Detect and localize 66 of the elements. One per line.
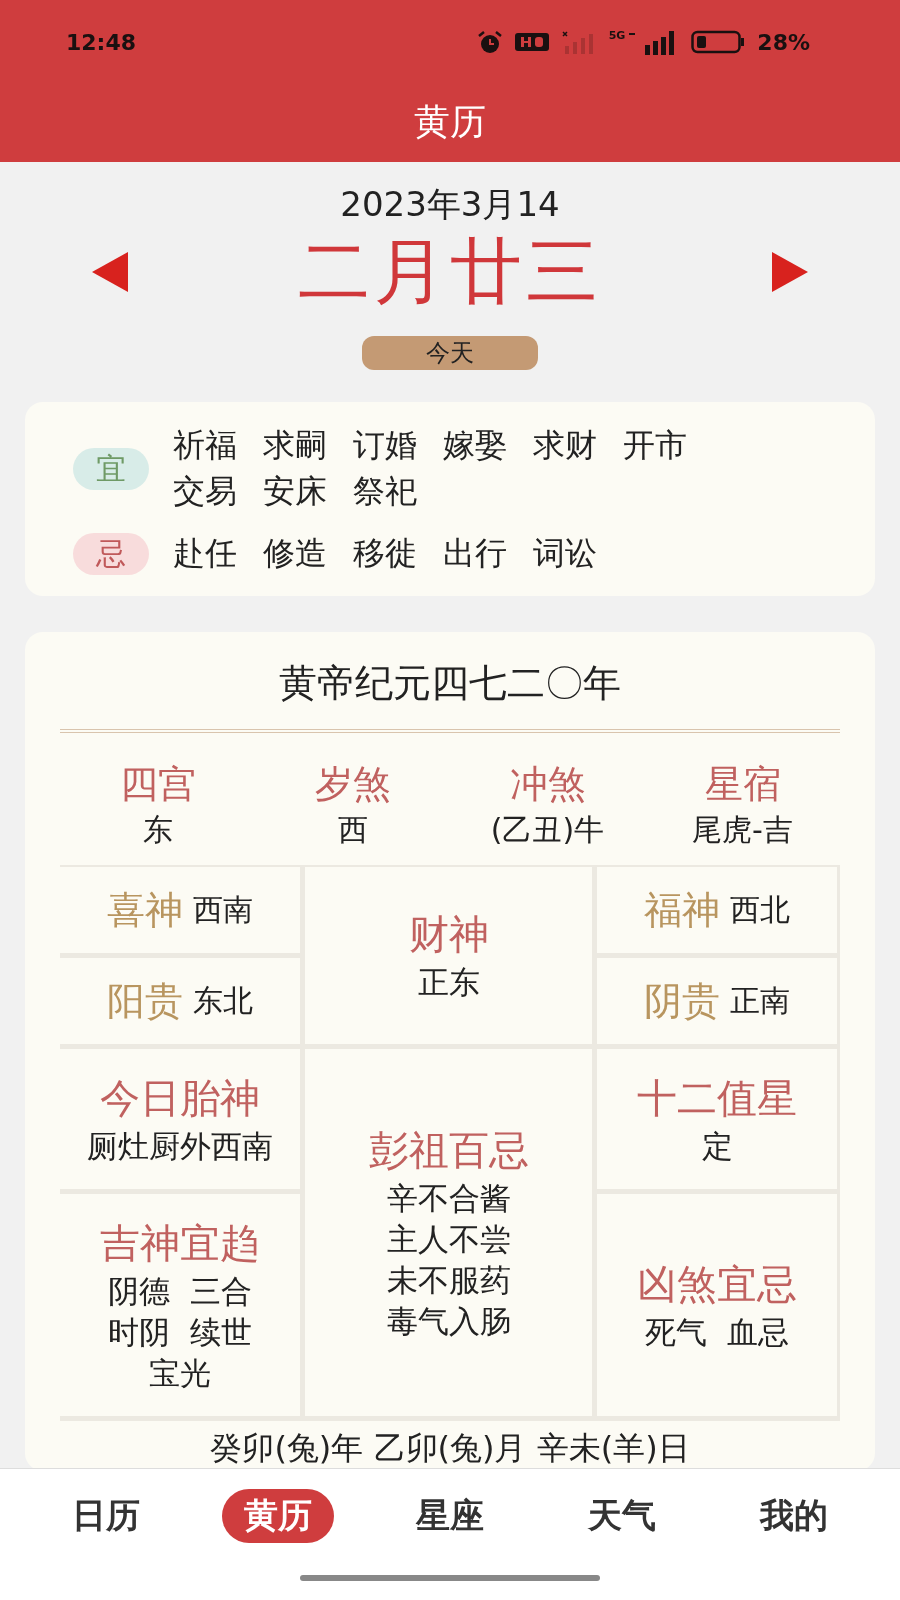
activity-text: 祈福 (173, 425, 237, 466)
status-time: 12:48 (66, 29, 137, 55)
cell-title: 阴贵 (644, 977, 720, 1025)
battery-percentage: 28% (757, 29, 810, 55)
cell-value: 西南 (193, 891, 253, 930)
activity-text: 订婚 (353, 425, 417, 466)
direction-value: (乙丑)牛 (490, 811, 605, 849)
cell-title: 凶煞宜忌 (637, 1259, 797, 1309)
cell-value: 死气 血忌 (645, 1312, 789, 1352)
activity-text: 移徙 (353, 533, 417, 574)
activity-text: 交易 (173, 471, 237, 512)
lunar-date: 二月廿三 (298, 228, 602, 315)
ganzhi-date: 癸卯(兔)年 乙卯(兔)月 辛未(羊)日 (209, 1428, 691, 1468)
cell-value: 时阴 续世 (108, 1312, 252, 1352)
avoid-tag: 忌 (73, 533, 149, 575)
direction-title: 星宿 (704, 761, 781, 808)
cell-title: 财神 (408, 910, 489, 960)
cell-title: 十二值星 (637, 1073, 797, 1123)
network-type: 5G (608, 29, 626, 42)
direction-value: 东 (142, 811, 173, 849)
activity-text: 祭祀 (353, 471, 417, 512)
cell-title: 喜神 (107, 886, 183, 934)
nav-tab[interactable]: 黄历 (222, 1489, 334, 1543)
activity-text: 求财 (533, 425, 597, 466)
cell-title: 吉神宜趋 (100, 1218, 260, 1268)
cell-title: 阳贵 (107, 977, 183, 1025)
activity-text: 出行 (443, 533, 507, 574)
cell-value: 定 (701, 1126, 733, 1166)
direction-value: 尾虎-吉 (692, 811, 793, 849)
cell-value: 正东 (417, 963, 480, 1003)
activity-text: 嫁娶 (443, 425, 507, 466)
nav-tab[interactable]: 天气 (566, 1489, 678, 1543)
activity-text: 求嗣 (263, 425, 327, 466)
direction-title: 四宫 (119, 761, 196, 808)
cell-value: 西北 (730, 891, 790, 930)
cell-value: 毒气入肠 (386, 1302, 511, 1342)
page-title: 黄历 (413, 100, 486, 144)
suitable-tag: 宜 (73, 448, 149, 490)
today-button[interactable]: 今天 (362, 336, 538, 370)
activity-text: 词讼 (533, 533, 597, 574)
cell-value: 东北 (193, 982, 253, 1021)
cell-value: 未不服药 (386, 1261, 511, 1300)
hd-icon (514, 32, 549, 52)
activity-text: 赴任 (173, 533, 237, 574)
cell-value: 正南 (730, 982, 790, 1021)
cell-title: 今日胎神 (100, 1073, 260, 1123)
nav-tab[interactable]: 日历 (50, 1489, 162, 1543)
activity-text: 开市 (623, 425, 687, 466)
battery-icon (691, 30, 746, 54)
direction-title: 岁煞 (314, 761, 391, 808)
activity-text: 安床 (263, 471, 327, 512)
nav-tab[interactable]: 星座 (394, 1489, 506, 1543)
alarm-clock-icon (476, 30, 503, 54)
activity-text: 修造 (263, 533, 327, 574)
cell-value: 阴德 三合 (108, 1271, 252, 1311)
cell-title: 彭祖百忌 (368, 1125, 529, 1175)
cell-title: 福神 (644, 886, 720, 934)
direction-title: 冲煞 (509, 761, 586, 808)
cell-value: 宝光 (149, 1354, 211, 1394)
cell-value: 主人不尝 (386, 1219, 511, 1259)
direction-value: 西 (337, 811, 368, 849)
cell-value: 辛不合酱 (386, 1178, 511, 1218)
era-title: 黄帝纪元四七二〇年 (60, 632, 840, 733)
nav-tab[interactable]: 我的 (738, 1489, 850, 1543)
cell-value: 厕灶厨外西南 (87, 1126, 273, 1166)
solar-date: 2023年3月14 (339, 183, 561, 226)
